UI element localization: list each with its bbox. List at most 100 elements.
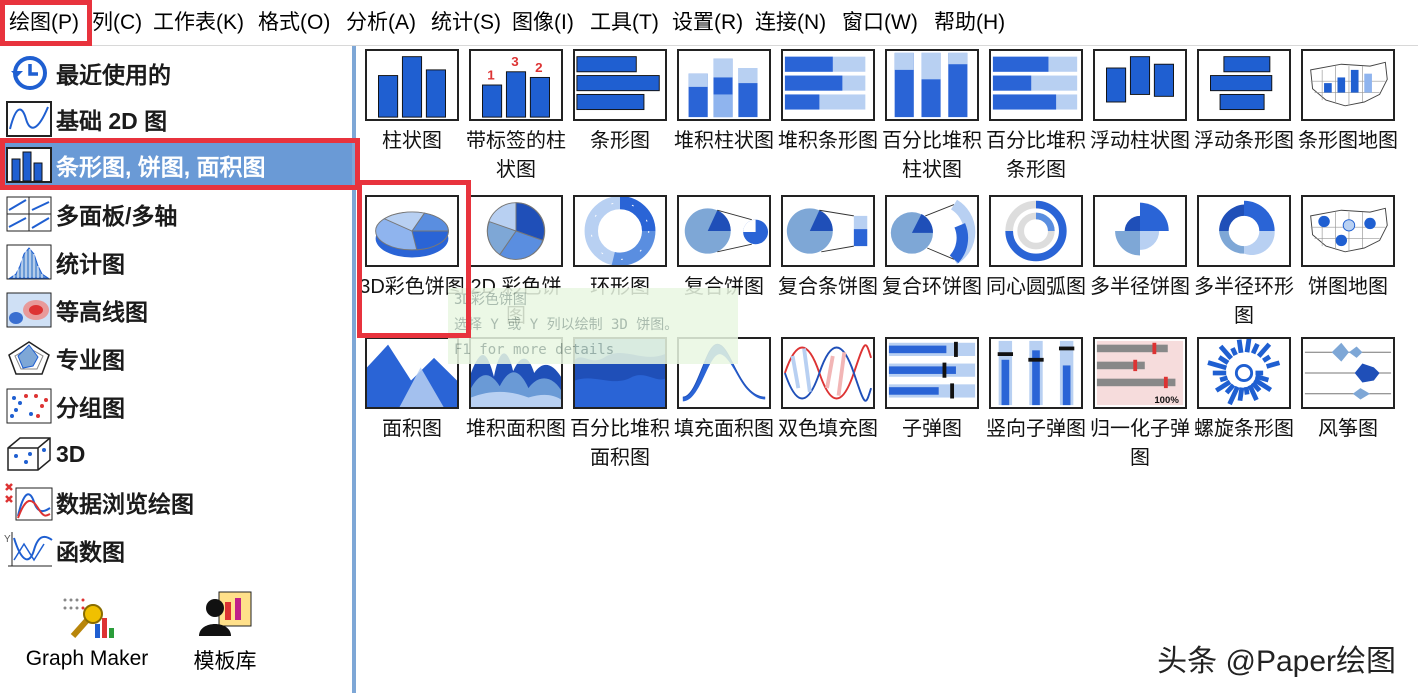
plot-thumbnail-icon <box>781 337 875 409</box>
plot-thumbnail-icon <box>1301 49 1395 121</box>
tool-label: 模板库 <box>193 650 257 673</box>
sidebar-item-label: 函数图 <box>56 539 125 565</box>
graph-maker-button[interactable]: Graph Maker <box>12 594 162 671</box>
plot-type-label: 百分比堆积条形图 <box>986 130 1086 181</box>
menu-item-7[interactable]: 工具(T) <box>590 6 659 40</box>
tooltip-help: F1 for more details <box>454 342 615 358</box>
sidebar-item-3[interactable]: 多面板/多轴 <box>4 191 352 237</box>
plot-type-0-3[interactable]: 堆积柱状图 <box>672 49 776 189</box>
tooltip-title: 3D彩色饼图 <box>454 292 527 308</box>
plot-type-label: 竖向子弹图 <box>986 418 1086 440</box>
template-library-button[interactable]: 模板库 <box>180 590 270 675</box>
plot-type-1-6[interactable]: 同心圆弧图 <box>984 195 1088 335</box>
line-2d-icon <box>4 97 54 141</box>
plot-type-2-6[interactable]: 竖向子弹图 <box>984 337 1088 477</box>
graph-maker-icon <box>12 594 162 647</box>
plot-type-2-9[interactable]: 风筝图 <box>1296 337 1400 477</box>
svg-text:1: 1 <box>487 67 495 82</box>
plot-thumbnail-icon: 100% <box>1093 337 1187 409</box>
menu-item-9[interactable]: 连接(N) <box>755 6 826 40</box>
plot-type-label: 堆积柱状图 <box>674 130 774 152</box>
plot-type-2-8[interactable]: 螺旋条形图 <box>1192 337 1296 477</box>
plot-thumbnail-icon <box>1197 195 1291 267</box>
menu-bar: 绘图(P) 列(C) 工作表(K) 格式(O) 分析(A) 统计(S) 图像(I) 工具(T)… <box>0 0 1418 46</box>
sidebar-item-label: 基础 2D 图 <box>56 108 168 134</box>
contour-icon <box>4 288 54 332</box>
sidebar-item-label: 最近使用的 <box>56 62 171 88</box>
plot-type-0-2[interactable]: 条形图 <box>568 49 672 189</box>
menu-item-3[interactable]: 格式(O) <box>258 6 330 40</box>
plot-thumbnail-icon <box>989 337 1083 409</box>
sidebar-item-label: 统计图 <box>56 251 125 277</box>
sidebar-item-1[interactable]: 基础 2D 图 <box>4 96 352 142</box>
plot-thumbnail-icon <box>885 49 979 121</box>
recent-icon <box>4 51 54 95</box>
plot-thumbnail-icon <box>781 195 875 267</box>
plot-type-2-4[interactable]: 双色填充图 <box>776 337 880 477</box>
plot-type-label: 填充面积图 <box>674 418 774 440</box>
sidebar-item-10[interactable]: Y 函数图 <box>4 527 352 573</box>
plot-type-2-7[interactable]: 100% 归一化子弹图 <box>1088 337 1192 477</box>
svg-text:100%: 100% <box>1154 395 1179 406</box>
plot-type-label: 归一化子弹图 <box>1090 418 1190 469</box>
plot-type-label: 堆积条形图 <box>778 130 878 152</box>
plot-type-0-7[interactable]: 浮动柱状图 <box>1088 49 1192 189</box>
sidebar-item-7[interactable]: 分组图 <box>4 383 352 429</box>
data-explore-icon <box>4 480 54 524</box>
svg-text:Y: Y <box>4 534 11 545</box>
plot-thumbnail-icon: 1 3 2 <box>469 49 563 121</box>
menu-item-6[interactable]: 图像(I) <box>512 6 574 40</box>
plot-type-label: 柱状图 <box>382 130 442 152</box>
highlight-box-menu <box>0 0 92 46</box>
plot-thumbnail-icon <box>1301 337 1395 409</box>
tooltip-desc: 选择 Y 或 Y 列以绘制 3D 饼图。 <box>454 317 679 333</box>
plot-type-1-8[interactable]: 多半径环形图 <box>1192 195 1296 335</box>
plot-thumbnail-icon <box>781 49 875 121</box>
sidebar-item-label: 多面板/多轴 <box>56 203 178 229</box>
plot-type-label: 同心圆弧图 <box>986 276 1086 298</box>
plot-type-label: 百分比堆积面积图 <box>570 418 670 469</box>
plot-type-1-5[interactable]: 复合环饼图 <box>880 195 984 335</box>
plot-type-0-0[interactable]: 柱状图 <box>360 49 464 189</box>
sidebar-item-5[interactable]: 等高线图 <box>4 287 352 333</box>
plot-type-label: 浮动条形图 <box>1194 130 1294 152</box>
svg-text:2: 2 <box>535 60 542 75</box>
menu-item-2[interactable]: 工作表(K) <box>153 6 244 40</box>
plot-type-1-7[interactable]: 多半径饼图 <box>1088 195 1192 335</box>
plot-thumbnail-icon <box>885 195 979 267</box>
template-library-icon <box>180 590 270 645</box>
sidebar-item-label: 专业图 <box>56 347 125 373</box>
sidebar-item-0[interactable]: 最近使用的 <box>4 50 352 96</box>
highlight-box-3d-pie <box>357 180 471 338</box>
plot-thumbnail-icon <box>989 195 1083 267</box>
plot-type-0-1[interactable]: 1 3 2 带标签的柱状图 <box>464 49 568 189</box>
menu-item-4[interactable]: 分析(A) <box>346 6 416 40</box>
function-icon: Y <box>4 528 54 572</box>
plot-type-0-4[interactable]: 堆积条形图 <box>776 49 880 189</box>
plot-type-label: 复合环饼图 <box>882 276 982 298</box>
plot-gallery: 柱状图 1 3 2 带标签的柱状图 条形图 堆积柱状图 堆积条形图 百分比堆积柱状图 百分比堆积条… <box>357 46 1418 693</box>
plot-type-0-9[interactable]: 条形图地图 <box>1296 49 1400 189</box>
plot-type-label: 面积图 <box>382 418 442 440</box>
menu-item-8[interactable]: 设置(R) <box>672 6 743 40</box>
plot-type-label: 多半径环形图 <box>1194 276 1294 327</box>
sidebar-item-8[interactable]: 3D <box>4 431 352 477</box>
menu-item-11[interactable]: 帮助(H) <box>934 6 1005 40</box>
plot-type-2-5[interactable]: 子弹图 <box>880 337 984 477</box>
plot-type-0-8[interactable]: 浮动条形图 <box>1192 49 1296 189</box>
menu-item-5[interactable]: 统计(S) <box>431 6 501 40</box>
plot-type-label: 带标签的柱状图 <box>466 130 566 181</box>
menu-item-10[interactable]: 窗口(W) <box>842 6 918 40</box>
plot-type-1-4[interactable]: 复合条饼图 <box>776 195 880 335</box>
plot-type-label: 百分比堆积柱状图 <box>882 130 982 181</box>
sidebar-item-9[interactable]: 数据浏览绘图 <box>4 479 352 525</box>
plot-type-0-5[interactable]: 百分比堆积柱状图 <box>880 49 984 189</box>
sidebar-item-6[interactable]: 专业图 <box>4 335 352 381</box>
plot-type-1-9[interactable]: 饼图地图 <box>1296 195 1400 335</box>
sidebar-item-4[interactable]: 统计图 <box>4 239 352 285</box>
menu-item-1[interactable]: 列(C) <box>92 6 142 40</box>
plot-thumbnail-icon <box>989 49 1083 121</box>
plot-type-label: 双色填充图 <box>778 418 878 440</box>
radar-icon <box>4 336 54 380</box>
plot-type-0-6[interactable]: 百分比堆积条形图 <box>984 49 1088 189</box>
